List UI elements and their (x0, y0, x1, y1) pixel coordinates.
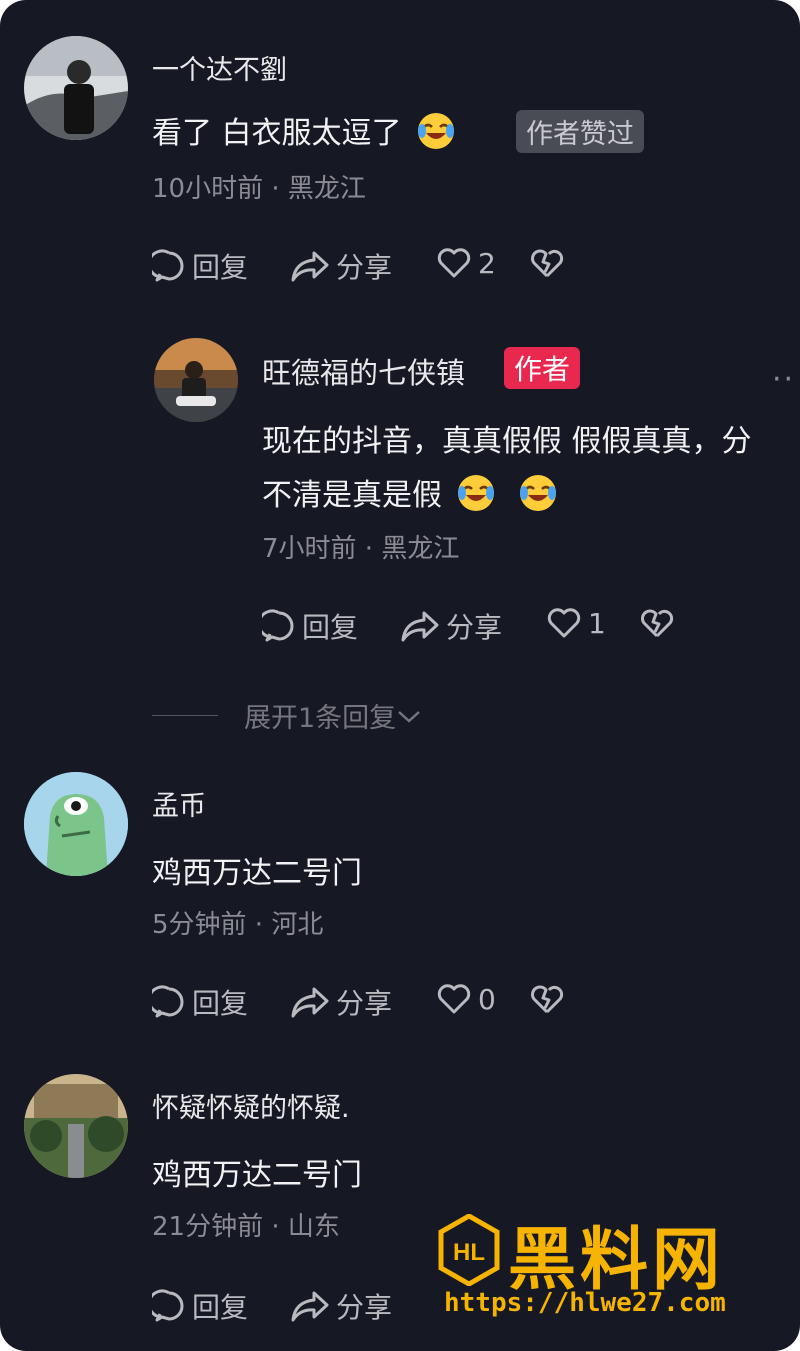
comment-screen: 一个达不劉 看了 白衣服太逗了 作者赞过 10小时前 · 黑龙江 回复 分享 2… (0, 0, 800, 1351)
chevron-down-icon (398, 710, 421, 723)
share-arrow-icon (291, 1291, 329, 1322)
share-button[interactable]: 分享 (290, 982, 392, 1022)
share-button[interactable]: 分享 (290, 246, 392, 286)
like-count: 1 (588, 606, 606, 640)
comment-username[interactable]: 一个达不劉 (152, 48, 287, 87)
broken-heart-icon (531, 985, 564, 1014)
share-label: 分享 (336, 251, 393, 284)
share-label: 分享 (336, 987, 393, 1020)
reply-button[interactable]: 回复 (262, 606, 358, 646)
comment-bubble-icon (152, 249, 184, 282)
heart-icon (437, 984, 471, 1014)
share-button[interactable]: 分享 (400, 606, 502, 646)
avatar-image (24, 36, 128, 140)
like-count: 0 (478, 982, 496, 1016)
broken-heart-icon (641, 609, 674, 638)
avatar[interactable] (154, 338, 238, 422)
dislike-button[interactable] (530, 248, 570, 280)
share-arrow-icon (291, 251, 329, 282)
reply-meta: 7小时前 · 黑龙江 (262, 534, 460, 564)
like-button[interactable]: 1 (546, 606, 606, 640)
reply-label: 回复 (192, 987, 249, 1020)
avatar-image (24, 1074, 128, 1178)
dislike-button[interactable] (640, 608, 680, 640)
avatar[interactable] (24, 36, 128, 140)
heart-icon (547, 608, 581, 638)
laughing-crying-emoji-icon (520, 475, 556, 511)
comment-bubble-icon (262, 609, 294, 642)
reply-button[interactable]: 回复 (152, 982, 248, 1022)
reply-text-line1: 现在的抖音，真真假假 假假真真，分 (262, 424, 752, 459)
reply-text-content: 不清是真是假 (262, 478, 442, 513)
watermark-url: https://hlwe27.com (444, 1288, 726, 1318)
comment-meta: 5分钟前 · 河北 (152, 910, 324, 940)
reply-label: 回复 (192, 1291, 249, 1324)
comment-bubble-icon (152, 985, 184, 1018)
author-liked-badge: 作者赞过 (516, 110, 644, 153)
broken-heart-icon (531, 249, 564, 278)
avatar[interactable] (24, 772, 128, 876)
reply-label: 回复 (192, 251, 249, 284)
avatar-image (154, 338, 238, 422)
author-badge: 作者 (504, 347, 581, 389)
dislike-button[interactable] (530, 984, 570, 1016)
avatar-image (24, 772, 128, 876)
expand-replies-label: 展开1条回复 (244, 703, 397, 734)
comment-meta: 10小时前 · 黑龙江 (152, 174, 366, 204)
avatar[interactable] (24, 1074, 128, 1178)
share-label: 分享 (336, 1291, 393, 1324)
like-button[interactable]: 0 (436, 982, 496, 1016)
expand-replies-button[interactable]: 展开1条回复 (152, 696, 422, 735)
share-arrow-icon (401, 611, 439, 642)
like-button[interactable]: 2 (436, 246, 496, 280)
reply-button[interactable]: 回复 (152, 1286, 248, 1326)
comment-bubble-icon (152, 1289, 184, 1322)
share-arrow-icon (291, 987, 329, 1018)
heart-icon (437, 248, 471, 278)
reply-button[interactable]: 回复 (152, 246, 248, 286)
comment-username[interactable]: 孟币 (152, 784, 206, 823)
laughing-crying-emoji-icon (458, 475, 494, 511)
comment-meta: 21分钟前 · 山东 (152, 1212, 340, 1242)
share-button[interactable]: 分享 (290, 1286, 392, 1326)
laughing-crying-emoji-icon (417, 113, 454, 149)
comment-username[interactable]: 怀疑怀疑的怀疑. (152, 1086, 350, 1125)
more-options-button[interactable]: ·· (772, 362, 795, 397)
like-count: 2 (478, 246, 496, 280)
comment-text-content: 看了 白衣服太逗了 (152, 116, 402, 151)
watermark-logo-icon: HL (438, 1214, 500, 1286)
watermark: HL 黑料网 https://hlwe27.com (438, 1208, 778, 1338)
reply-username[interactable]: 旺德福的七侠镇 (262, 350, 465, 392)
comment-text: 看了 白衣服太逗了 (152, 108, 456, 152)
divider-line (152, 715, 218, 716)
share-label: 分享 (446, 611, 503, 644)
reply-text-line2: 不清是真是假 (262, 470, 558, 514)
reply-label: 回复 (302, 611, 359, 644)
comment-text: 鸡西万达二号门 (152, 856, 362, 891)
watermark-logo-text: HL (453, 1239, 485, 1266)
comment-text: 鸡西万达二号门 (152, 1158, 362, 1193)
